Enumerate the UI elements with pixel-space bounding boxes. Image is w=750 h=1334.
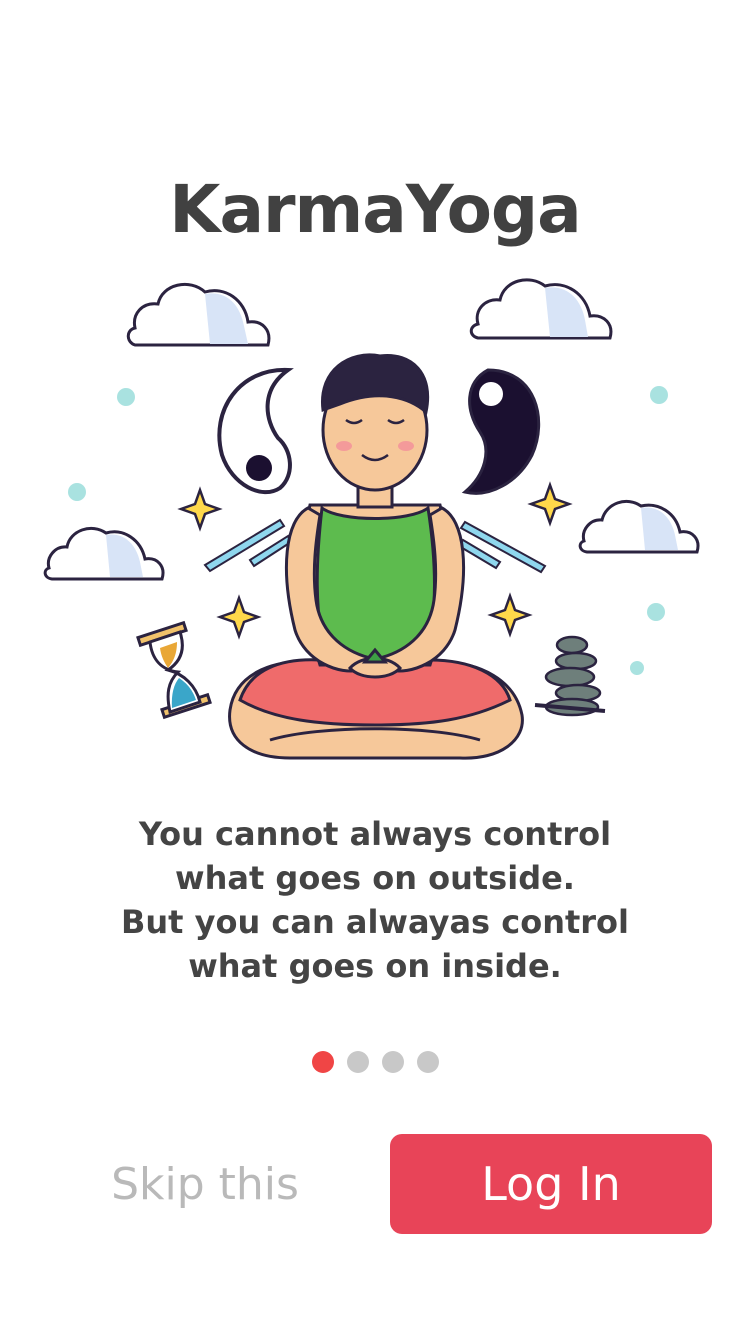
stones-icon (534, 635, 606, 717)
yin-icon (217, 367, 294, 495)
page-indicator (0, 1051, 750, 1073)
quote-line: what goes on outside. (175, 859, 575, 897)
yang-icon (461, 368, 541, 495)
app-title: KarmaYoga (169, 171, 581, 248)
cloud-icon (469, 278, 613, 340)
cloud-icon (126, 282, 271, 347)
meditating-person-illustration (43, 278, 700, 760)
login-button[interactable]: Log In (390, 1134, 712, 1234)
page-dot[interactable] (381, 1051, 404, 1073)
cloud-icon (578, 500, 700, 554)
page-dot[interactable] (346, 1051, 369, 1073)
page-dot-active[interactable] (311, 1051, 334, 1073)
hourglass-icon (136, 620, 212, 720)
quote-line: You cannot always control (138, 815, 612, 853)
skip-button[interactable]: Skip this (60, 1134, 350, 1234)
quote-line: But you can alwayas control (121, 903, 629, 941)
page-dot[interactable] (416, 1051, 439, 1073)
quote-line: what goes on inside. (188, 947, 562, 985)
quote-text: You cannot always control what goes on o… (0, 812, 750, 988)
cloud-icon (43, 527, 165, 581)
